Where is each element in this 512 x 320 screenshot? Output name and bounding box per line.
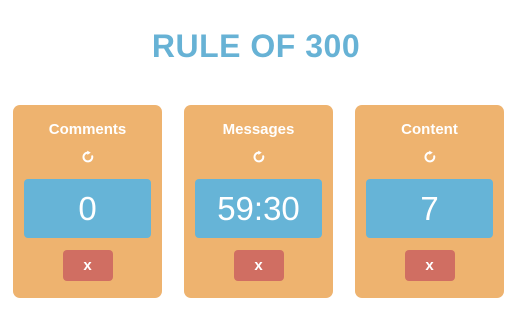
close-button[interactable]: x <box>233 250 284 281</box>
messages-card: Messages 59:30 x <box>184 105 333 298</box>
refresh-icon[interactable] <box>252 150 266 164</box>
counter-display: 7 <box>366 179 493 238</box>
card-title: Messages <box>222 121 295 138</box>
counter-cards: Comments 0 x Messages 59:30 x Content 7 … <box>13 105 505 298</box>
content-card: Content 7 x <box>355 105 504 298</box>
card-title: Comments <box>48 121 127 138</box>
refresh-icon[interactable] <box>81 150 95 164</box>
close-button[interactable]: x <box>62 250 113 281</box>
page-title: RULE OF 300 <box>151 28 361 64</box>
counter-display: 0 <box>24 179 151 238</box>
refresh-icon[interactable] <box>423 150 437 164</box>
timer-display: 59:30 <box>195 179 322 238</box>
card-title: Content <box>401 121 458 138</box>
rule-of-300-page: RULE OF 300 Comments 0 x Messages 59:30 <box>0 0 512 320</box>
comments-card: Comments 0 x <box>13 105 162 298</box>
close-button[interactable]: x <box>404 250 455 281</box>
